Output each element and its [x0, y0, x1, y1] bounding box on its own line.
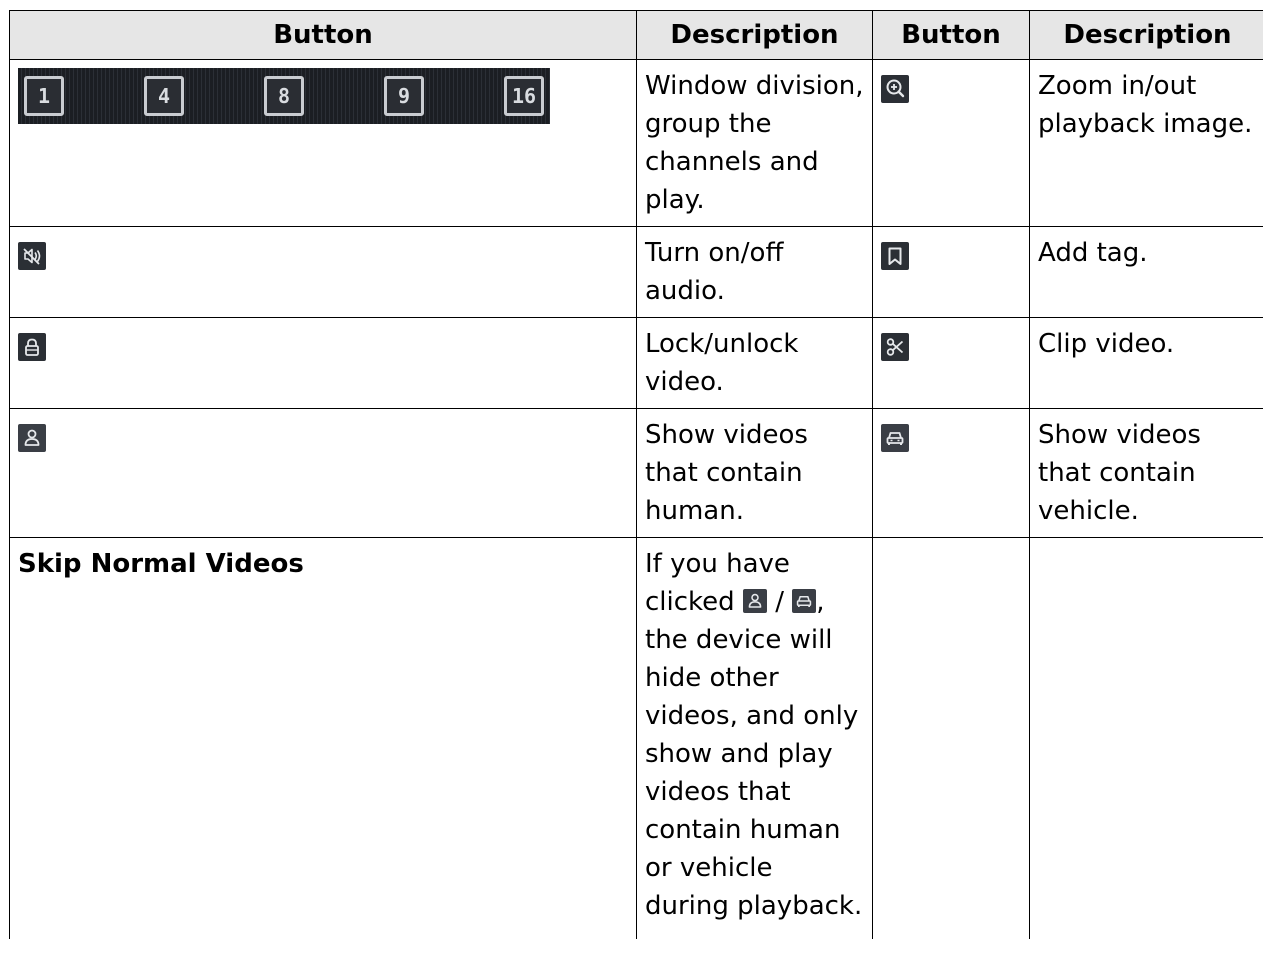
lock-icon[interactable] [18, 332, 46, 361]
skip-normal-videos-label: Skip Normal Videos [18, 549, 304, 579]
zoom-in-icon[interactable] [881, 74, 909, 103]
window-division-4-button[interactable]: 4 [144, 76, 184, 116]
scissors-icon[interactable] [881, 332, 909, 361]
button-description-table: Button Description Button Description 1 … [9, 10, 1263, 939]
bookmark-tag-icon[interactable] [881, 241, 909, 270]
audio-mute-icon[interactable] [18, 241, 46, 270]
button-cell [872, 59, 1030, 227]
description-cell: Add tag. [1029, 226, 1263, 318]
description-cell: Show videos that contain human. [636, 408, 873, 538]
button-cell [872, 408, 1030, 538]
description-cell: Lock/unlock video. [636, 317, 873, 409]
header-description: Description [636, 10, 873, 60]
vehicle-icon[interactable] [881, 423, 909, 452]
table-row: Show videos that contain human. Show vid… [9, 408, 1263, 538]
description-cell: Zoom in/out playback image. [1029, 59, 1263, 227]
table-row: 1 4 8 9 16 Window division, group the ch… [9, 59, 1263, 227]
description-cell [1029, 537, 1263, 939]
button-cell [872, 226, 1030, 318]
window-division-16-button[interactable]: 16 [504, 76, 544, 116]
header-description: Description [1029, 10, 1263, 60]
button-cell [9, 317, 637, 409]
table-row: Turn on/off audio. Add tag. [9, 226, 1263, 318]
description-cell: Window division, group the channels and … [636, 59, 873, 227]
button-cell: Skip Normal Videos [9, 537, 637, 939]
button-cell [9, 226, 637, 318]
window-division-1-button[interactable]: 1 [24, 76, 64, 116]
desc-text-part2: , the device will hide other videos, and… [645, 587, 863, 921]
human-icon [742, 589, 767, 613]
button-cell [872, 317, 1030, 409]
button-cell [872, 537, 1030, 939]
header-button: Button [872, 10, 1030, 60]
desc-separator: / [775, 587, 784, 617]
button-cell: 1 4 8 9 16 [9, 59, 637, 227]
table-row: Lock/unlock video. Clip video. [9, 317, 1263, 409]
vehicle-icon [792, 589, 817, 613]
window-division-8-button[interactable]: 8 [264, 76, 304, 116]
desc-text-part1: If you have clicked [645, 549, 790, 617]
table-header-row: Button Description Button Description [9, 10, 1263, 60]
window-division-bar: 1 4 8 9 16 [18, 68, 550, 124]
description-cell: If you have clicked / , the device will … [636, 537, 873, 939]
window-division-9-button[interactable]: 9 [384, 76, 424, 116]
button-cell [9, 408, 637, 538]
human-icon[interactable] [18, 423, 46, 452]
description-cell: Show videos that contain vehicle. [1029, 408, 1263, 538]
description-cell: Clip video. [1029, 317, 1263, 409]
header-button: Button [9, 10, 637, 60]
description-cell: Turn on/off audio. [636, 226, 873, 318]
table-row: Skip Normal Videos If you have clicked /… [9, 537, 1263, 939]
